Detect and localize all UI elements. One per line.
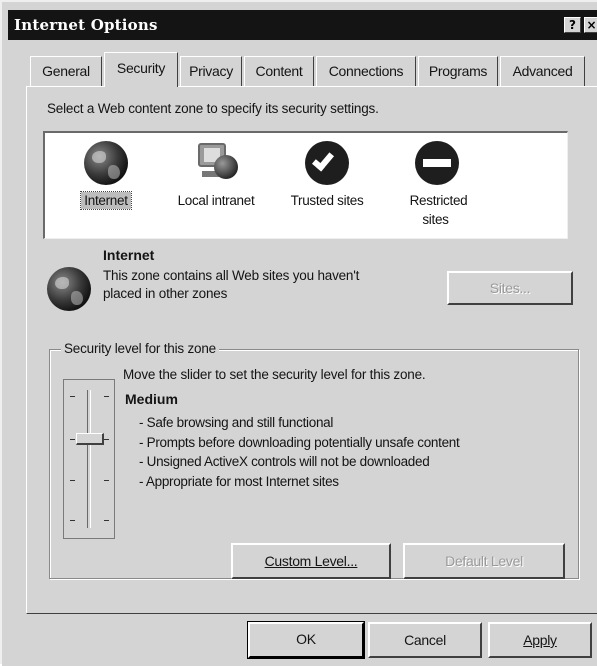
ok-button[interactable]: OK: [247, 621, 365, 659]
default-level-button[interactable]: Default Level: [403, 543, 565, 579]
apply-label: Apply: [523, 632, 557, 648]
zone-internet[interactable]: Internet: [46, 133, 166, 237]
custom-level-button[interactable]: Custom Level...: [231, 543, 391, 579]
internet-options-window: Internet Options ? × General Security Pr…: [0, 0, 597, 666]
zone-prompt: Select a Web content zone to specify its…: [47, 101, 379, 116]
slider-hint: Move the slider to set the security leve…: [123, 367, 426, 382]
tab-security[interactable]: Security: [104, 52, 178, 87]
slider-thumb[interactable]: [76, 433, 104, 445]
zone-trusted-sites[interactable]: Trusted sites: [267, 133, 387, 237]
list-item: - Safe browsing and still functional: [139, 415, 334, 430]
dialog-button-bar: OK Cancel Apply: [2, 614, 597, 666]
cancel-button[interactable]: Cancel: [368, 622, 482, 658]
security-level-slider[interactable]: [63, 379, 115, 539]
tab-advanced[interactable]: Advanced: [500, 56, 585, 86]
slider-tick: [70, 396, 75, 397]
tab-strip: General Security Privacy Content Connect…: [30, 52, 597, 87]
apply-button[interactable]: Apply: [488, 622, 592, 658]
globe-icon: [47, 267, 91, 311]
security-level-name: Medium: [125, 391, 178, 407]
sites-button[interactable]: Sites...: [447, 271, 573, 305]
zone-label: Local intranet: [177, 193, 255, 208]
no-entry-icon: [415, 141, 459, 185]
tab-general[interactable]: General: [30, 56, 102, 86]
zone-label: Restricted sites: [409, 193, 468, 227]
slider-tick: [104, 396, 109, 397]
intranet-icon: [194, 141, 238, 185]
zone-local-intranet[interactable]: Local intranet: [156, 133, 276, 237]
zone-label: Internet: [80, 191, 132, 210]
slider-track: [87, 390, 91, 528]
list-item: - Unsigned ActiveX controls will not be …: [139, 454, 430, 469]
title-bar: Internet Options ? ×: [8, 10, 597, 40]
custom-level-label: Custom Level...: [264, 553, 358, 569]
slider-tick: [104, 439, 109, 440]
checkmark-icon: [305, 141, 349, 185]
tab-content[interactable]: Content: [244, 56, 314, 86]
security-level-legend: Security level for this zone: [61, 341, 219, 356]
tab-programs[interactable]: Programs: [418, 56, 498, 86]
close-button[interactable]: ×: [584, 17, 597, 33]
slider-tick: [70, 520, 75, 521]
tab-privacy[interactable]: Privacy: [180, 56, 242, 86]
tab-connections[interactable]: Connections: [316, 56, 416, 86]
zone-restricted-sites[interactable]: Restricted sites: [377, 133, 497, 237]
globe-icon: [84, 141, 128, 185]
selected-zone-description: This zone contains all Web sites you hav…: [103, 268, 360, 301]
zone-label: Trusted sites: [290, 193, 364, 208]
list-item: - Prompts before downloading potentially…: [139, 434, 460, 450]
slider-tick: [70, 439, 75, 440]
window-title: Internet Options: [14, 16, 158, 34]
slider-tick: [70, 480, 75, 481]
selected-zone-title: Internet: [103, 247, 155, 263]
help-button[interactable]: ?: [564, 17, 581, 33]
list-item: - Appropriate for most Internet sites: [139, 473, 339, 489]
security-panel: Select a Web content zone to specify its…: [26, 86, 597, 614]
slider-tick: [104, 480, 109, 481]
security-level-details: - Safe browsing and still functional - P…: [139, 413, 460, 491]
slider-tick: [104, 520, 109, 521]
zone-list: Internet Local intranet Trusted sites Re…: [43, 131, 568, 239]
